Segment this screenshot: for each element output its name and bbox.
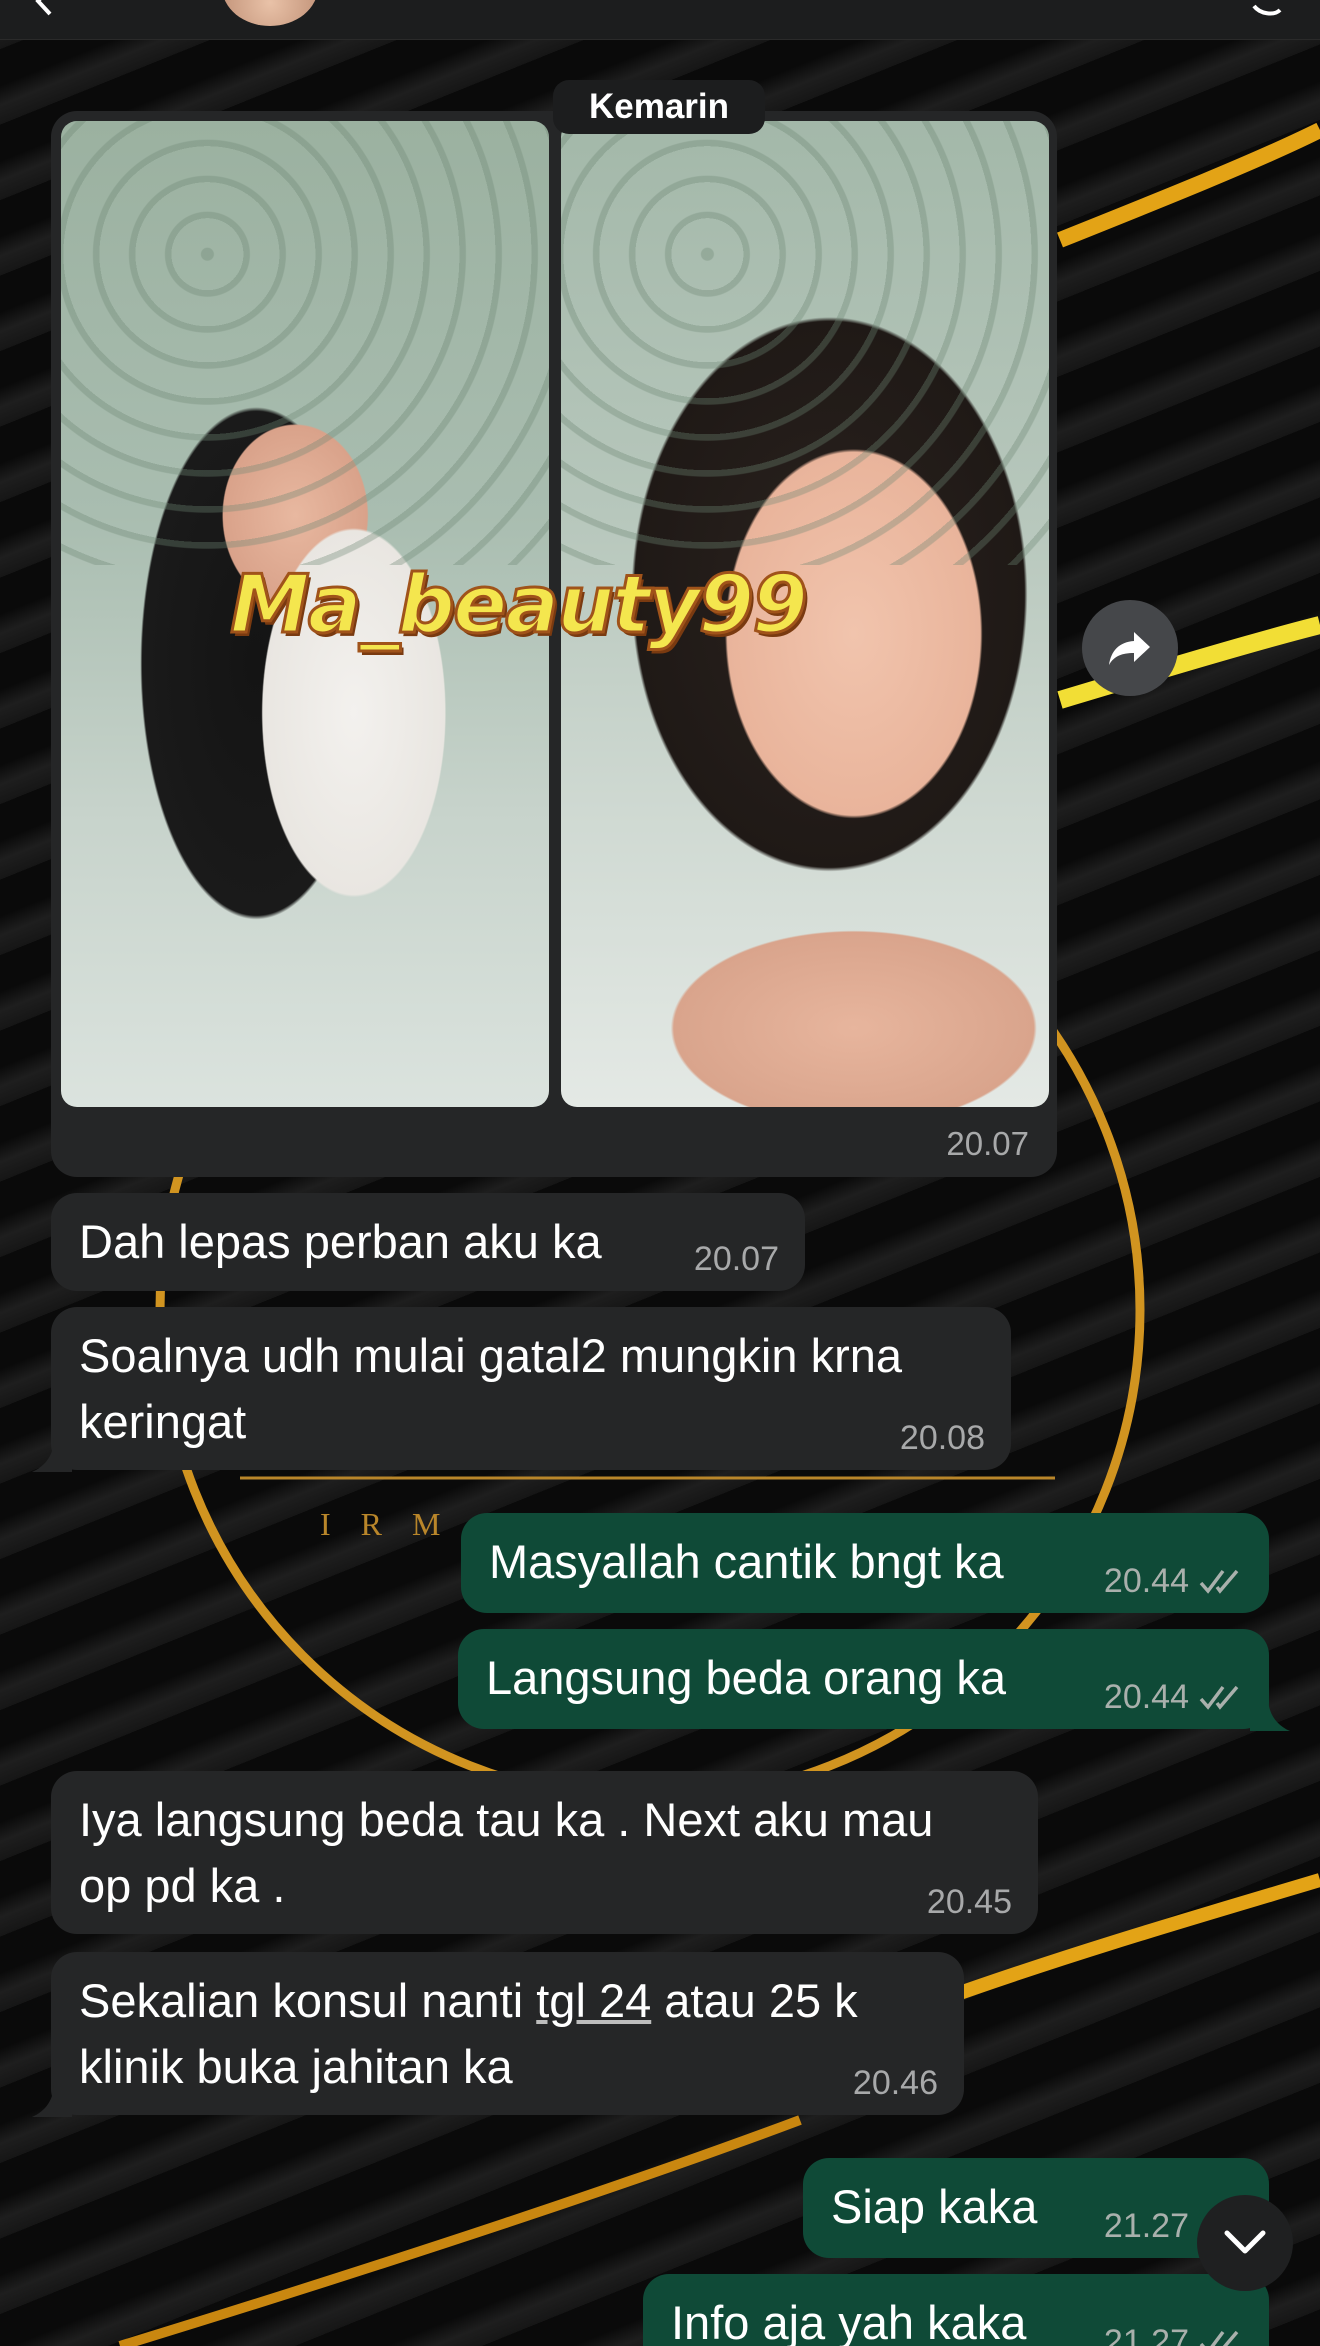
message-text: Sekalian konsul nanti tgl 24 atau 25 k k… [79, 1974, 858, 2093]
message-text: Dah lepas perban aku ka [79, 1215, 602, 1268]
message-meta: 20.07 [694, 1239, 779, 1279]
message-text: Iya langsung beda tau ka . Next aku mau … [79, 1793, 934, 1912]
message-text: Soalnya udh mulai gatal2 mungkin krna ke… [79, 1329, 903, 1448]
message-time: 20.44 [1103, 1678, 1189, 1716]
phone-icon[interactable] [1250, 0, 1284, 16]
message-bubble-outgoing[interactable]: Masyallah cantik bngt ka 20.44 [461, 1513, 1269, 1613]
message-time: 20.08 [899, 1419, 985, 1457]
message-time: 20.07 [693, 1240, 779, 1278]
bubble-tail [32, 1438, 72, 1472]
message-text: Langsung beda orang ka [486, 1651, 1007, 1704]
message-bubble-incoming[interactable]: Iya langsung beda tau ka . Next aku mau … [51, 1771, 1038, 1934]
message-bubble-outgoing[interactable]: Info aja yah kaka 21.27 [643, 2274, 1269, 2346]
chat-header [0, 0, 1320, 40]
message-text: Siap kaka [831, 2180, 1038, 2233]
double-check-icon [1199, 2330, 1239, 2346]
scroll-to-bottom-button[interactable] [1197, 2195, 1293, 2291]
message-time: 20.44 [1103, 1562, 1189, 1600]
message-bubble-incoming[interactable]: Sekalian konsul nanti tgl 24 atau 25 k k… [51, 1952, 964, 2115]
avatar[interactable] [222, 0, 318, 26]
message-time: 21.27 [1103, 2323, 1189, 2346]
bubble-tail [1250, 1697, 1290, 1731]
message-text: Masyallah cantik bngt ka [489, 1535, 1004, 1588]
date-link[interactable]: tgl 24 [536, 1974, 651, 2027]
message-bubble-incoming[interactable]: Soalnya udh mulai gatal2 mungkin krna ke… [51, 1307, 1011, 1470]
double-check-icon [1199, 1569, 1239, 1594]
message-meta: 20.44 [1104, 1677, 1243, 1717]
message-meta: 21.27 [1104, 2322, 1243, 2346]
gold-streak [1057, 122, 1320, 248]
message-time: 20.46 [852, 2064, 938, 2102]
date-separator: Kemarin [553, 80, 765, 134]
message-text: Info aja yah kaka [671, 2296, 1027, 2346]
bubble-tail [32, 2083, 72, 2117]
message-meta: 20.46 [853, 2063, 938, 2103]
chevron-down-icon [1224, 2230, 1266, 2254]
watermark-text: Ma_beauty99 [229, 557, 810, 653]
message-meta: 20.08 [900, 1418, 985, 1458]
message-bubble-incoming[interactable]: Dah lepas perban aku ka 20.07 [51, 1193, 805, 1291]
message-bubble-outgoing[interactable]: Langsung beda orang ka 20.44 [458, 1629, 1269, 1729]
forward-button[interactable] [1082, 600, 1178, 696]
message-time: 20.45 [926, 1883, 1012, 1921]
forward-arrow-icon [1109, 632, 1150, 665]
chevron-left-icon[interactable] [30, 0, 60, 16]
message-time: 20.07 [946, 1125, 1029, 1162]
message-meta: 20.44 [1104, 1561, 1243, 1601]
message-meta: 20.45 [927, 1882, 1012, 1922]
double-check-icon [1199, 1685, 1239, 1710]
message-time: 21.27 [1103, 2207, 1189, 2245]
